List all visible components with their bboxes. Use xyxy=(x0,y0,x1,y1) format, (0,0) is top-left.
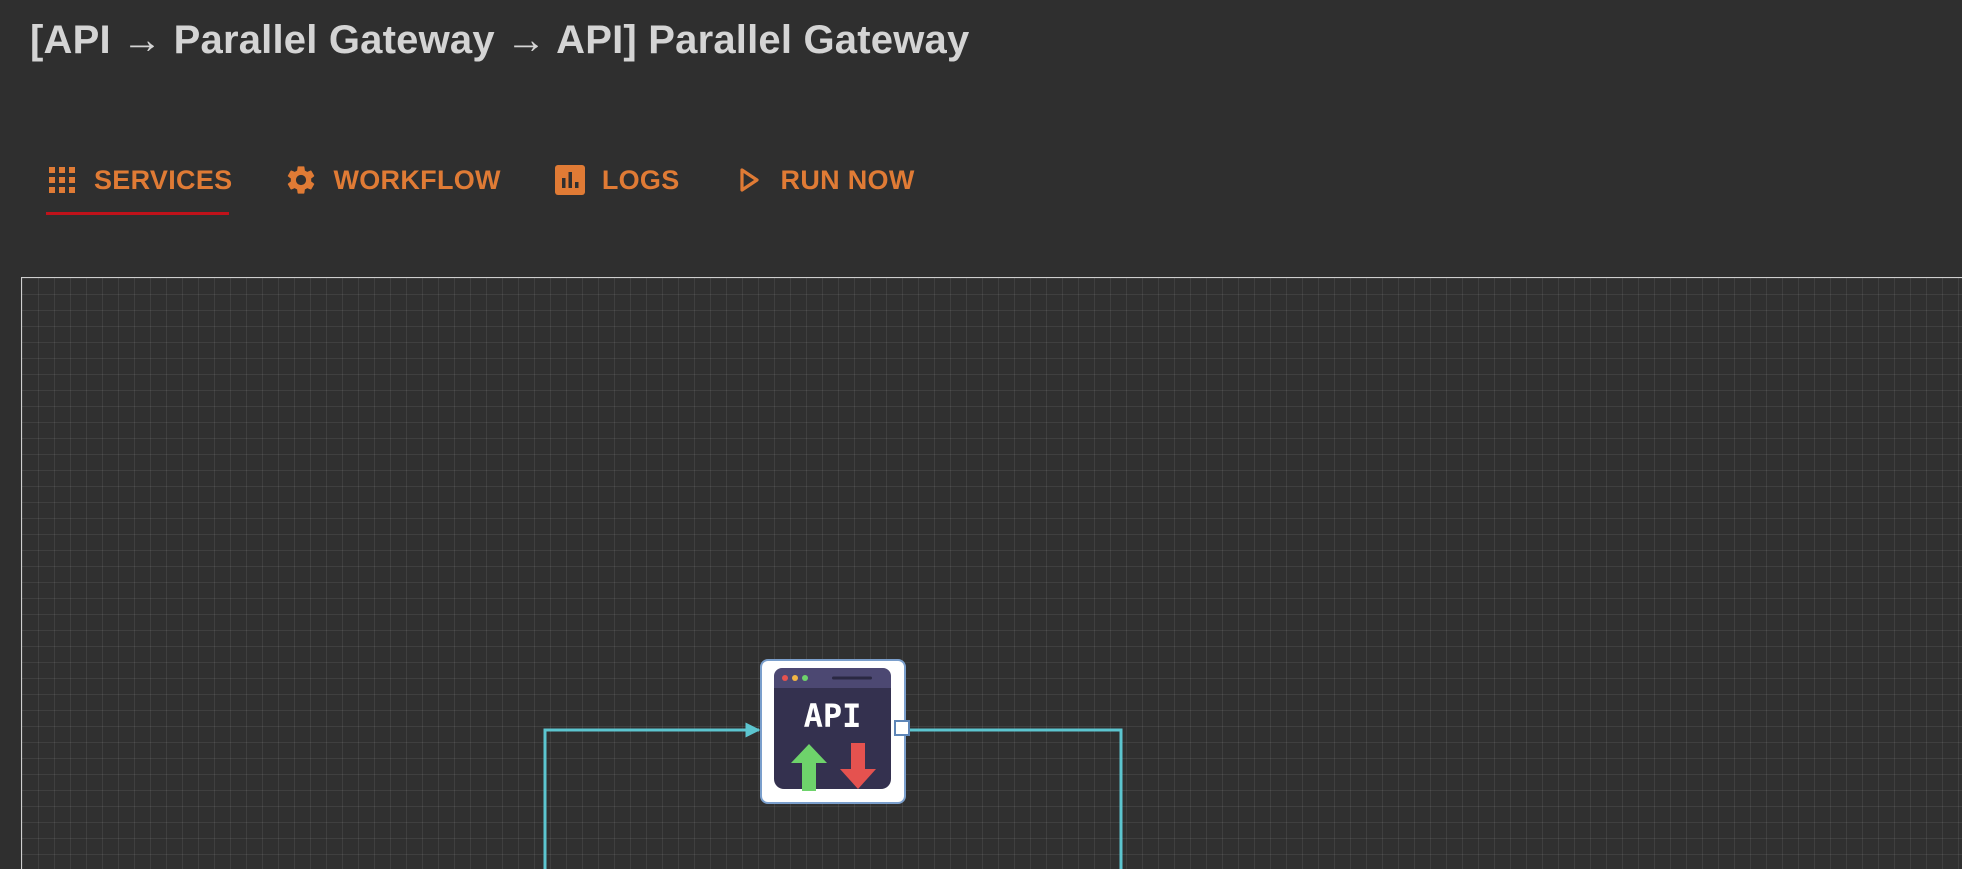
tab-bar: SERVICES WORKFLOW LOGS RUN NOW xyxy=(40,148,962,215)
workflow-canvas[interactable]: API xyxy=(21,277,1962,869)
api-node-output-port[interactable] xyxy=(894,720,910,736)
workflow-page: [API → Parallel Gateway → API] Parallel … xyxy=(0,0,1962,869)
bar-chart-icon xyxy=(553,163,587,197)
page-title: [API → Parallel Gateway → API] Parallel … xyxy=(30,18,970,62)
tab-logs[interactable]: LOGS xyxy=(548,148,685,212)
incoming-connector[interactable] xyxy=(543,722,761,869)
tab-services[interactable]: SERVICES xyxy=(40,148,237,215)
api-node[interactable]: API xyxy=(760,659,906,804)
api-upload-download-icon: API xyxy=(774,668,891,791)
tab-logs-label: LOGS xyxy=(601,164,680,195)
outgoing-connector[interactable] xyxy=(910,728,1123,869)
grid-icon xyxy=(45,163,79,197)
tab-workflow[interactable]: WORKFLOW xyxy=(279,148,505,212)
tab-run-now[interactable]: RUN NOW xyxy=(727,148,920,212)
api-node-label: API xyxy=(804,697,862,735)
gear-icon xyxy=(284,163,318,197)
tab-workflow-label: WORKFLOW xyxy=(333,164,501,195)
tab-services-label: SERVICES xyxy=(94,164,233,195)
tab-run-now-label: RUN NOW xyxy=(780,164,915,195)
play-icon xyxy=(732,163,766,197)
connector-lines xyxy=(543,722,1123,869)
